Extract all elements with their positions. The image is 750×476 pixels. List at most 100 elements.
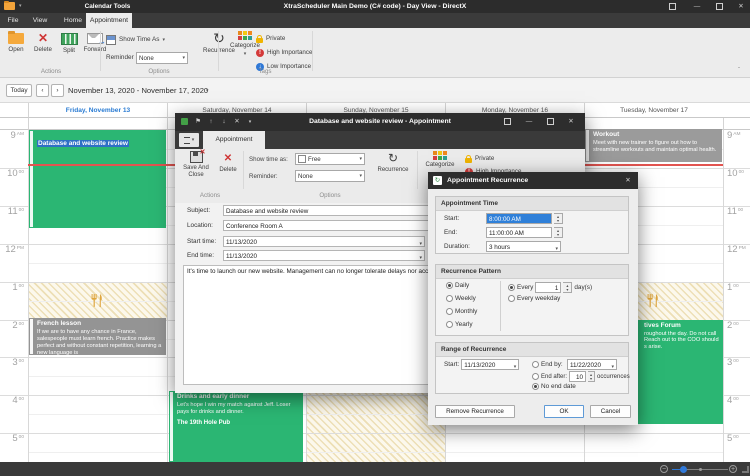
appointment-workout[interactable]: Workout Meet with new trainer to figure … <box>585 129 722 162</box>
chevron-down-icon: ▾ <box>192 137 195 143</box>
chevron-down-icon: ▾ <box>419 240 422 247</box>
time-label: 200 <box>727 321 750 331</box>
maximize-button[interactable] <box>710 0 728 13</box>
end-label: End: <box>444 229 484 236</box>
today-button[interactable]: Today <box>6 84 32 97</box>
delete-button[interactable]: ✕ Delete <box>30 31 56 69</box>
open-button[interactable]: Open <box>3 31 29 69</box>
bookmark-icon[interactable]: ⚑ <box>192 113 204 131</box>
zoom-out-icon[interactable]: − <box>660 465 668 473</box>
spinner-icon[interactable]: ▲▼ <box>554 213 563 224</box>
ok-button[interactable]: OK <box>544 405 584 418</box>
tab-home[interactable]: Home <box>60 13 86 28</box>
end-after-radio[interactable]: End after: 10 ▲▼ occurrences <box>532 371 630 382</box>
start-date-input[interactable]: 11/13/2020▾ <box>223 236 425 247</box>
appointment-icon[interactable] <box>181 118 188 125</box>
appointment-drinks-dinner[interactable]: Drinks and early dinner Let's hope I win… <box>169 391 303 462</box>
private-button[interactable]: Private <box>256 33 285 44</box>
every-days-input[interactable]: 1 <box>535 282 561 293</box>
split-button[interactable]: Split <box>56 31 82 69</box>
day-header-friday[interactable]: Friday, November 13 <box>28 103 167 118</box>
daily-radio[interactable]: Daily <box>446 282 469 289</box>
range-start-input[interactable]: 11/13/2020▾ <box>461 359 519 370</box>
end-after-input[interactable]: 10 <box>569 371 586 382</box>
close-appointment-icon[interactable]: ✕ <box>231 113 243 131</box>
weekly-radio[interactable]: Weekly <box>446 295 476 302</box>
allday-cell <box>723 118 750 130</box>
ribbon-display-options-button[interactable] <box>663 0 681 13</box>
forward-button[interactable]: → Forward <box>82 31 108 69</box>
end-date-input[interactable]: 11/13/2020▾ <box>223 250 425 261</box>
day-header-tuesday[interactable]: Tuesday, November 17 <box>584 103 723 118</box>
monthly-radio[interactable]: Monthly <box>446 308 477 315</box>
allday-cell[interactable] <box>28 118 167 130</box>
range-start-label: Start: <box>444 361 459 368</box>
zoom-in-icon[interactable]: + <box>729 465 737 473</box>
high-importance-button[interactable]: ! High Importance <box>256 47 312 58</box>
appointment-french-lesson[interactable]: French lesson If we are to have any chan… <box>29 318 166 355</box>
yearly-radio[interactable]: Yearly <box>446 321 473 328</box>
end-by-input[interactable]: 11/22/2020▾ <box>567 359 617 370</box>
time-label: 500 <box>727 434 750 444</box>
appointment-database-review[interactable]: Database and website review <box>29 130 166 228</box>
recurrence-end-input[interactable]: 11:00:00 AM <box>486 227 552 238</box>
reminder-select[interactable]: None ▾ <box>136 52 188 64</box>
dialog-private-button[interactable]: Private <box>465 153 494 164</box>
group-separator <box>417 151 418 189</box>
tab-view[interactable]: View <box>28 13 52 28</box>
chevron-down-icon: ▾ <box>359 173 362 179</box>
chevron-down-icon: ▾ <box>359 156 362 162</box>
reminder-select[interactable]: None ▾ <box>295 170 365 182</box>
move-up-icon[interactable]: ↑ <box>205 113 217 131</box>
recurrence-icon: ↻ <box>388 151 398 165</box>
move-down-icon[interactable]: ↓ <box>218 113 230 131</box>
radio-icon <box>532 373 539 380</box>
app-logo-icon[interactable] <box>4 2 15 10</box>
every-days-radio[interactable]: Every 1 ▲▼ day(s) <box>508 282 592 293</box>
next-button[interactable]: › <box>51 84 64 97</box>
title-bar: ▾ Calendar Tools XtraScheduler Main Demo… <box>0 0 750 13</box>
minimize-button[interactable]: — <box>688 0 706 13</box>
save-and-close-button[interactable]: ✕ Save And Close <box>179 151 213 189</box>
recurrence-start-input[interactable]: 8:00:00 AM <box>486 213 552 224</box>
minimize-button[interactable]: — <box>523 113 535 131</box>
menu-button[interactable]: ▾ <box>179 133 199 147</box>
chevron-down-icon: ▾ <box>611 363 614 370</box>
dialog-tab-appointment[interactable]: Appointment <box>203 131 265 149</box>
duration-select[interactable]: 3 hours▾ <box>486 241 561 252</box>
range-of-recurrence-group: Range of Recurrence Start: 11/13/2020▾ E… <box>435 342 629 394</box>
tab-file[interactable]: File <box>4 13 22 28</box>
spinner-icon[interactable]: ▲▼ <box>588 371 595 382</box>
actions-group-label: Actions <box>179 192 241 199</box>
close-button[interactable]: ✕ <box>565 113 577 131</box>
resize-grip-icon[interactable] <box>742 466 749 473</box>
date-range-label[interactable]: November 13, 2020 - November 17, 2020 <box>68 84 208 97</box>
maximize-button[interactable] <box>544 113 556 131</box>
end-by-radio[interactable]: End by: 11/22/2020▾ <box>532 359 617 370</box>
close-button[interactable]: ✕ <box>622 172 634 189</box>
hour-line <box>0 433 750 434</box>
prev-button[interactable]: ‹ <box>36 84 49 97</box>
lunch-icon <box>91 294 103 307</box>
spinner-icon[interactable]: ▲▼ <box>554 227 563 238</box>
cancel-button[interactable]: Cancel <box>590 405 631 418</box>
zoom-slider-thumb[interactable] <box>680 466 687 473</box>
chevron-down-icon: ▾ <box>182 55 185 61</box>
show-time-as-select[interactable]: Free ▾ <box>295 153 365 165</box>
no-end-date-radio[interactable]: No end date <box>532 383 576 390</box>
quick-access-caret-icon[interactable]: ▾ <box>19 3 22 9</box>
tab-appointment[interactable]: Appointment <box>86 13 132 28</box>
open-icon <box>8 33 24 44</box>
chevron-down-icon[interactable]: ▾ <box>206 88 209 94</box>
dialog-delete-button[interactable]: ✕ Delete <box>215 151 241 189</box>
dialog-recurrence-button[interactable]: ↻ Recurrence <box>373 151 413 189</box>
ribbon-display-options-button[interactable] <box>501 113 513 131</box>
subject-label: Subject: <box>187 207 210 214</box>
close-button[interactable]: ✕ <box>732 0 750 13</box>
remove-recurrence-button[interactable]: Remove Recurrence <box>435 405 515 418</box>
ribbon-collapse-icon[interactable]: ˆ <box>738 68 740 74</box>
spinner-icon[interactable]: ▲▼ <box>563 282 572 293</box>
every-weekday-radio[interactable]: Every weekday <box>508 295 560 302</box>
time-label: 9AM <box>727 131 750 141</box>
show-time-as-button[interactable]: Show Time As ▾ <box>106 35 165 45</box>
